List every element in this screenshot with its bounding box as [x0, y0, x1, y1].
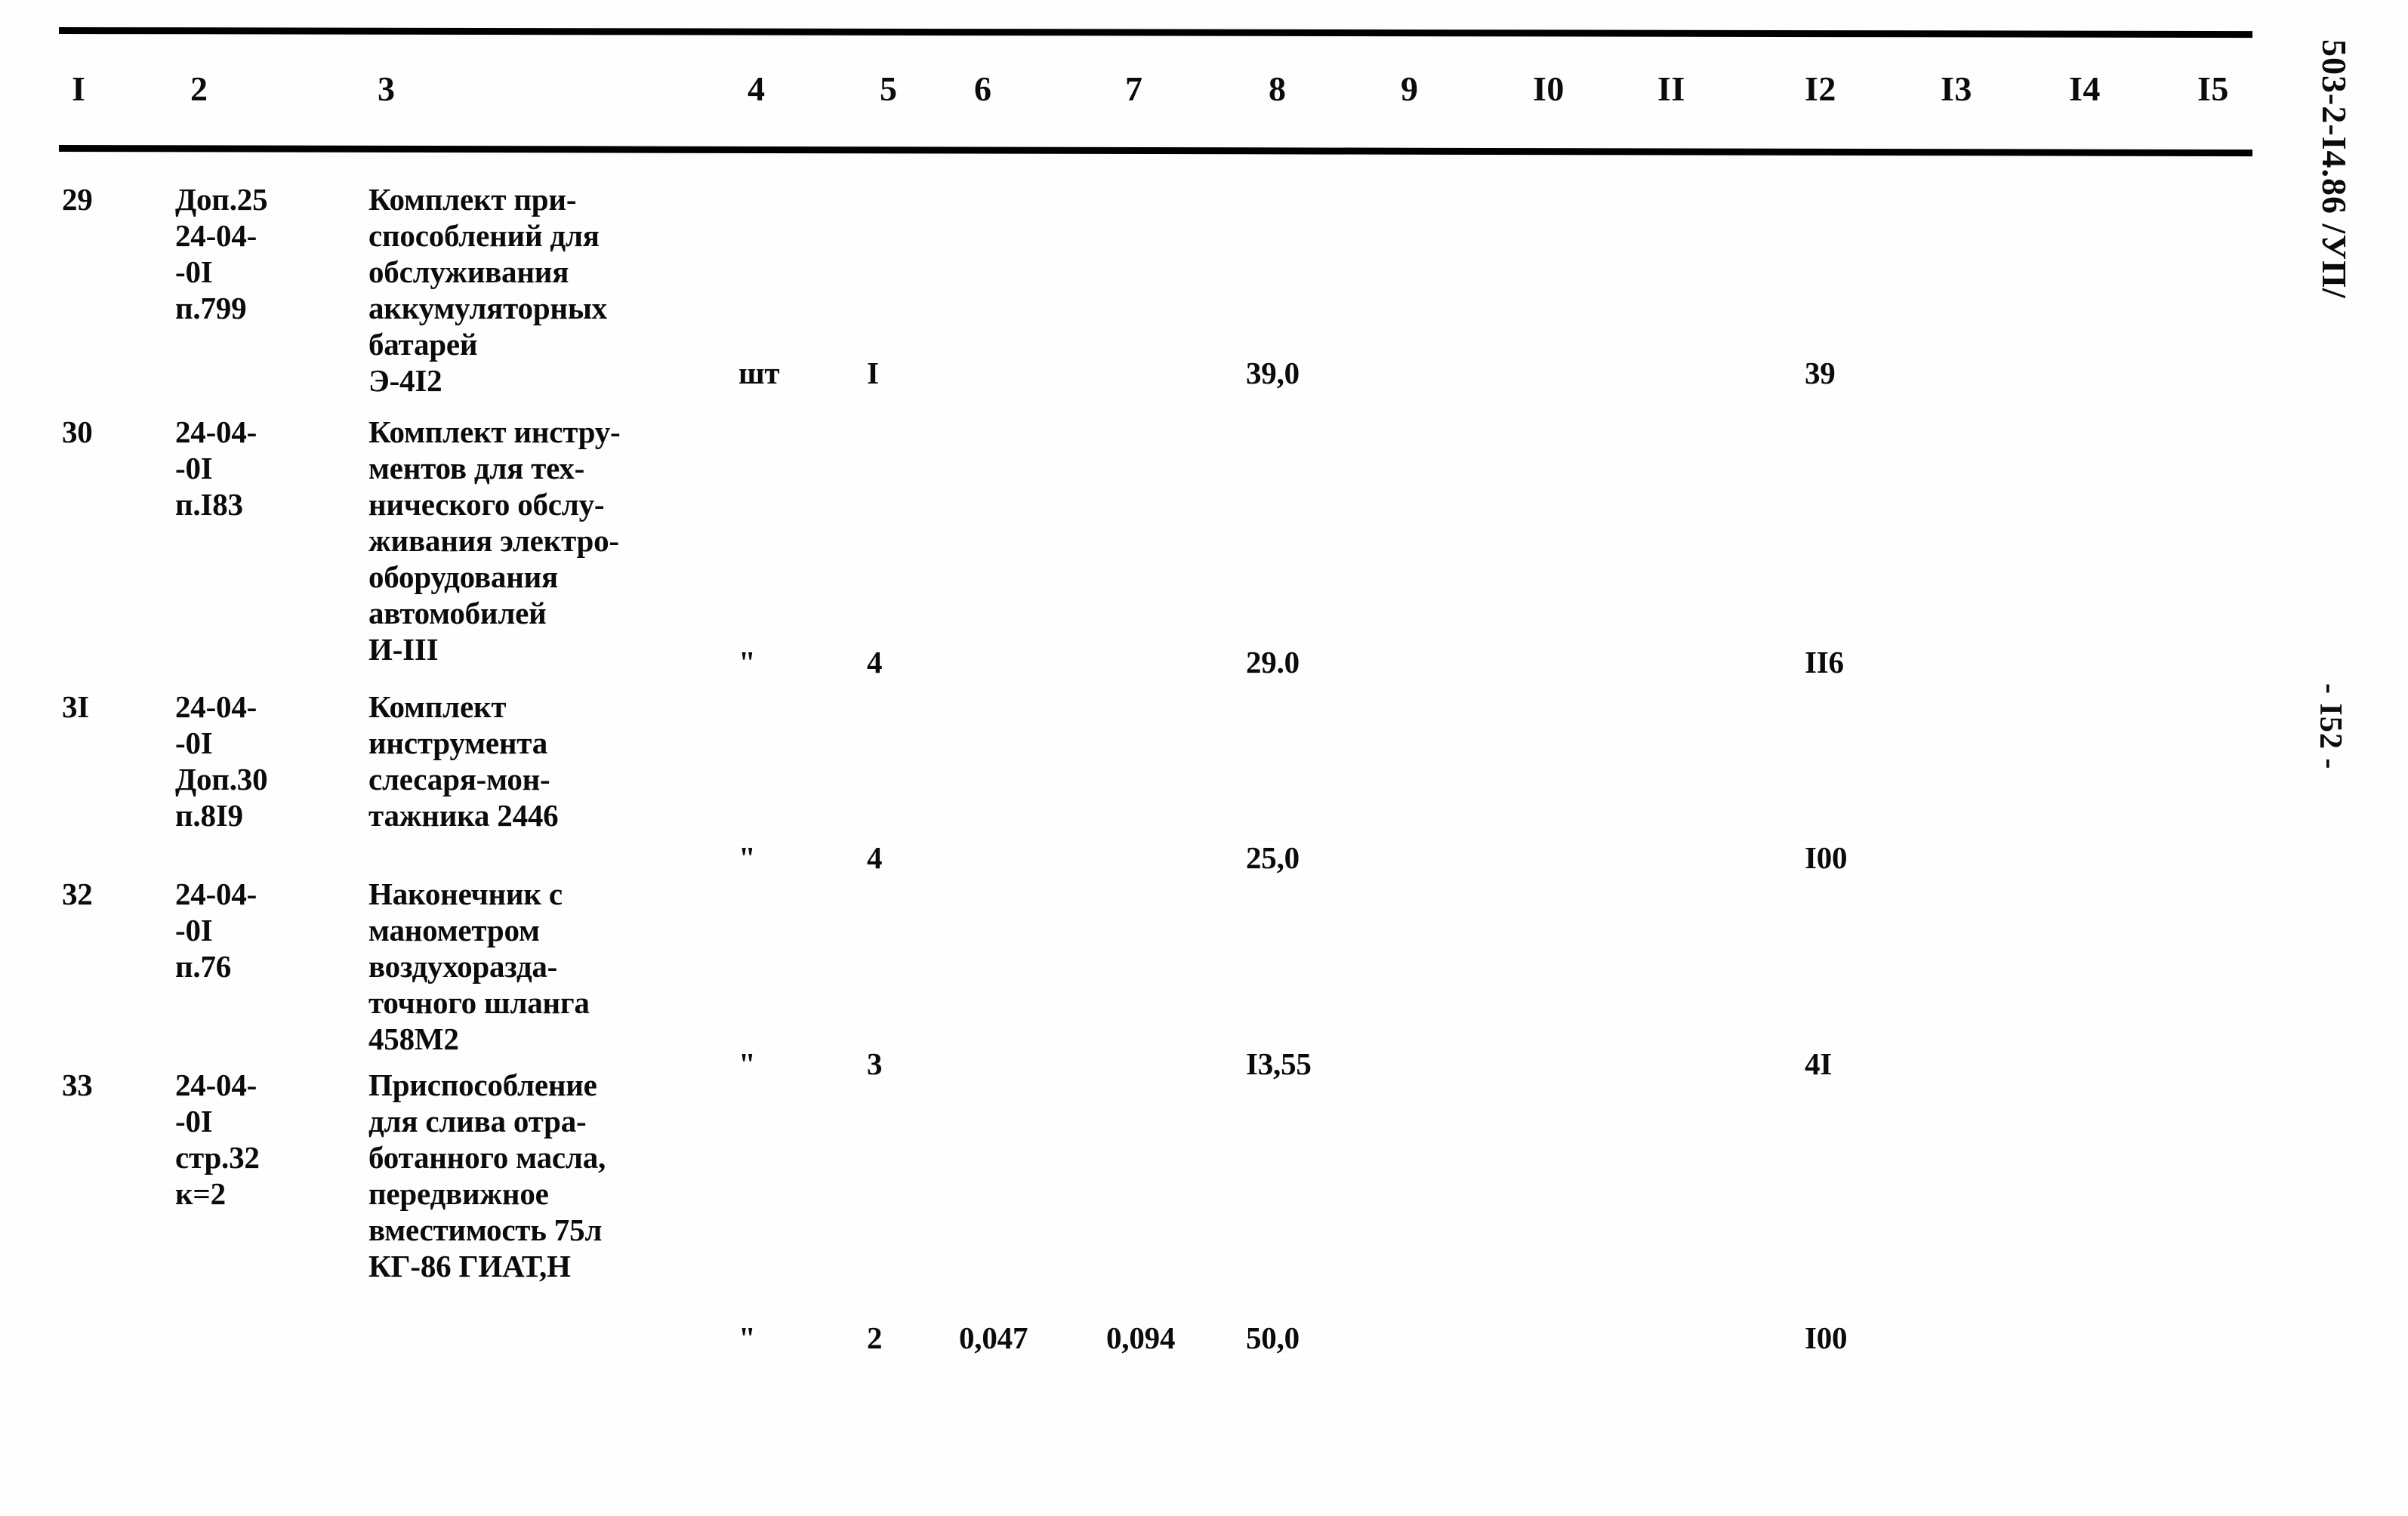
row-value-col12-cell: 4I	[1805, 1046, 1833, 1081]
scan-grain-overlay	[0, 0, 2408, 1516]
column-header-7: 7	[1125, 69, 1143, 108]
column-header-14: I4	[2069, 69, 2101, 108]
row-unit-cell: "	[738, 840, 756, 875]
row-value-col8-cell: 50,0	[1246, 1320, 1300, 1355]
row-unit-cell: шт	[738, 356, 780, 390]
row-number-cell: 30	[62, 414, 93, 449]
column-header-5: 5	[880, 69, 898, 108]
row-description-cell: Комплект инстру-ментов для тех-нического…	[368, 414, 621, 667]
document-code-stamp: 503-2-I4.86 /УП/	[2315, 39, 2354, 299]
row-value-col8-cell: 39,0	[1246, 356, 1300, 390]
row-description-cell: Комплект при-способлений для обслуживания…	[368, 182, 607, 398]
row-number-cell: 32	[62, 877, 93, 911]
row-value-col8-cell: 29.0	[1246, 645, 1300, 679]
row-quantity-cell: 2	[867, 1320, 883, 1355]
row-value-col12-cell: I00	[1805, 840, 1848, 875]
row-quantity-cell: 3	[867, 1046, 883, 1081]
row-quantity-cell: 4	[867, 645, 883, 679]
row-unit-cell: "	[738, 645, 756, 679]
scanned-page: I 2 3 4 5 6 7 8 9 I0 II I2 I3 I4 I5 29 Доп.25 24-04- -0I п…	[0, 0, 2408, 1516]
column-header-11: II	[1657, 69, 1685, 108]
column-header-15: I5	[2197, 69, 2229, 108]
row-code-cell: 24-04- -0I стр.32 к=2	[175, 1068, 260, 1211]
row-value-col6-cell: 0,047	[959, 1320, 1028, 1355]
row-code-cell: Доп.25 24-04- -0I п.799	[175, 182, 268, 325]
row-value-col8-cell: I3,55	[1246, 1046, 1312, 1081]
column-header-1: I	[72, 69, 86, 108]
row-unit-cell: "	[738, 1046, 756, 1081]
column-header-8: 8	[1269, 69, 1287, 108]
row-quantity-cell: 4	[867, 840, 883, 875]
row-description-cell: Наконечник с манометром воздухоразда-точно…	[368, 877, 590, 1056]
row-code-cell: 24-04- -0I п.I83	[175, 414, 257, 522]
column-header-12: I2	[1805, 69, 1836, 108]
table-top-rule	[58, 27, 2253, 39]
row-code-cell: 24-04- -0I п.76	[175, 877, 257, 984]
column-header-3: 3	[378, 69, 396, 108]
row-value-col12-cell: II6	[1805, 645, 1844, 679]
row-description-cell: Комплект инструмента слесаря-мон-тажника 2…	[368, 689, 559, 833]
column-header-9: 9	[1401, 69, 1419, 108]
row-number-cell: 3I	[62, 689, 90, 724]
column-header-10: I0	[1533, 69, 1565, 108]
row-value-col7-cell: 0,094	[1106, 1320, 1176, 1355]
row-unit-cell: "	[738, 1320, 756, 1355]
column-header-2: 2	[190, 69, 208, 108]
table-column-header-row: I 2 3 4 5 6 7 8 9 I0 II I2 I3 I4 I5	[0, 72, 2408, 140]
row-value-col8-cell: 25,0	[1246, 840, 1300, 875]
column-header-13: I3	[1941, 69, 1972, 108]
row-description-cell: Приспособление для слива отра-ботанного м…	[368, 1068, 606, 1283]
table-header-rule	[58, 145, 2253, 157]
page-number-stamp: - I52 -	[2313, 683, 2348, 770]
column-header-6: 6	[974, 69, 992, 108]
row-value-col12-cell: 39	[1805, 356, 1836, 390]
row-quantity-cell: I	[867, 356, 879, 390]
row-number-cell: 29	[62, 182, 93, 217]
row-number-cell: 33	[62, 1068, 93, 1102]
row-value-col12-cell: I00	[1805, 1320, 1848, 1355]
row-code-cell: 24-04- -0I Доп.30 п.8I9	[175, 689, 268, 833]
column-header-4: 4	[748, 69, 766, 108]
